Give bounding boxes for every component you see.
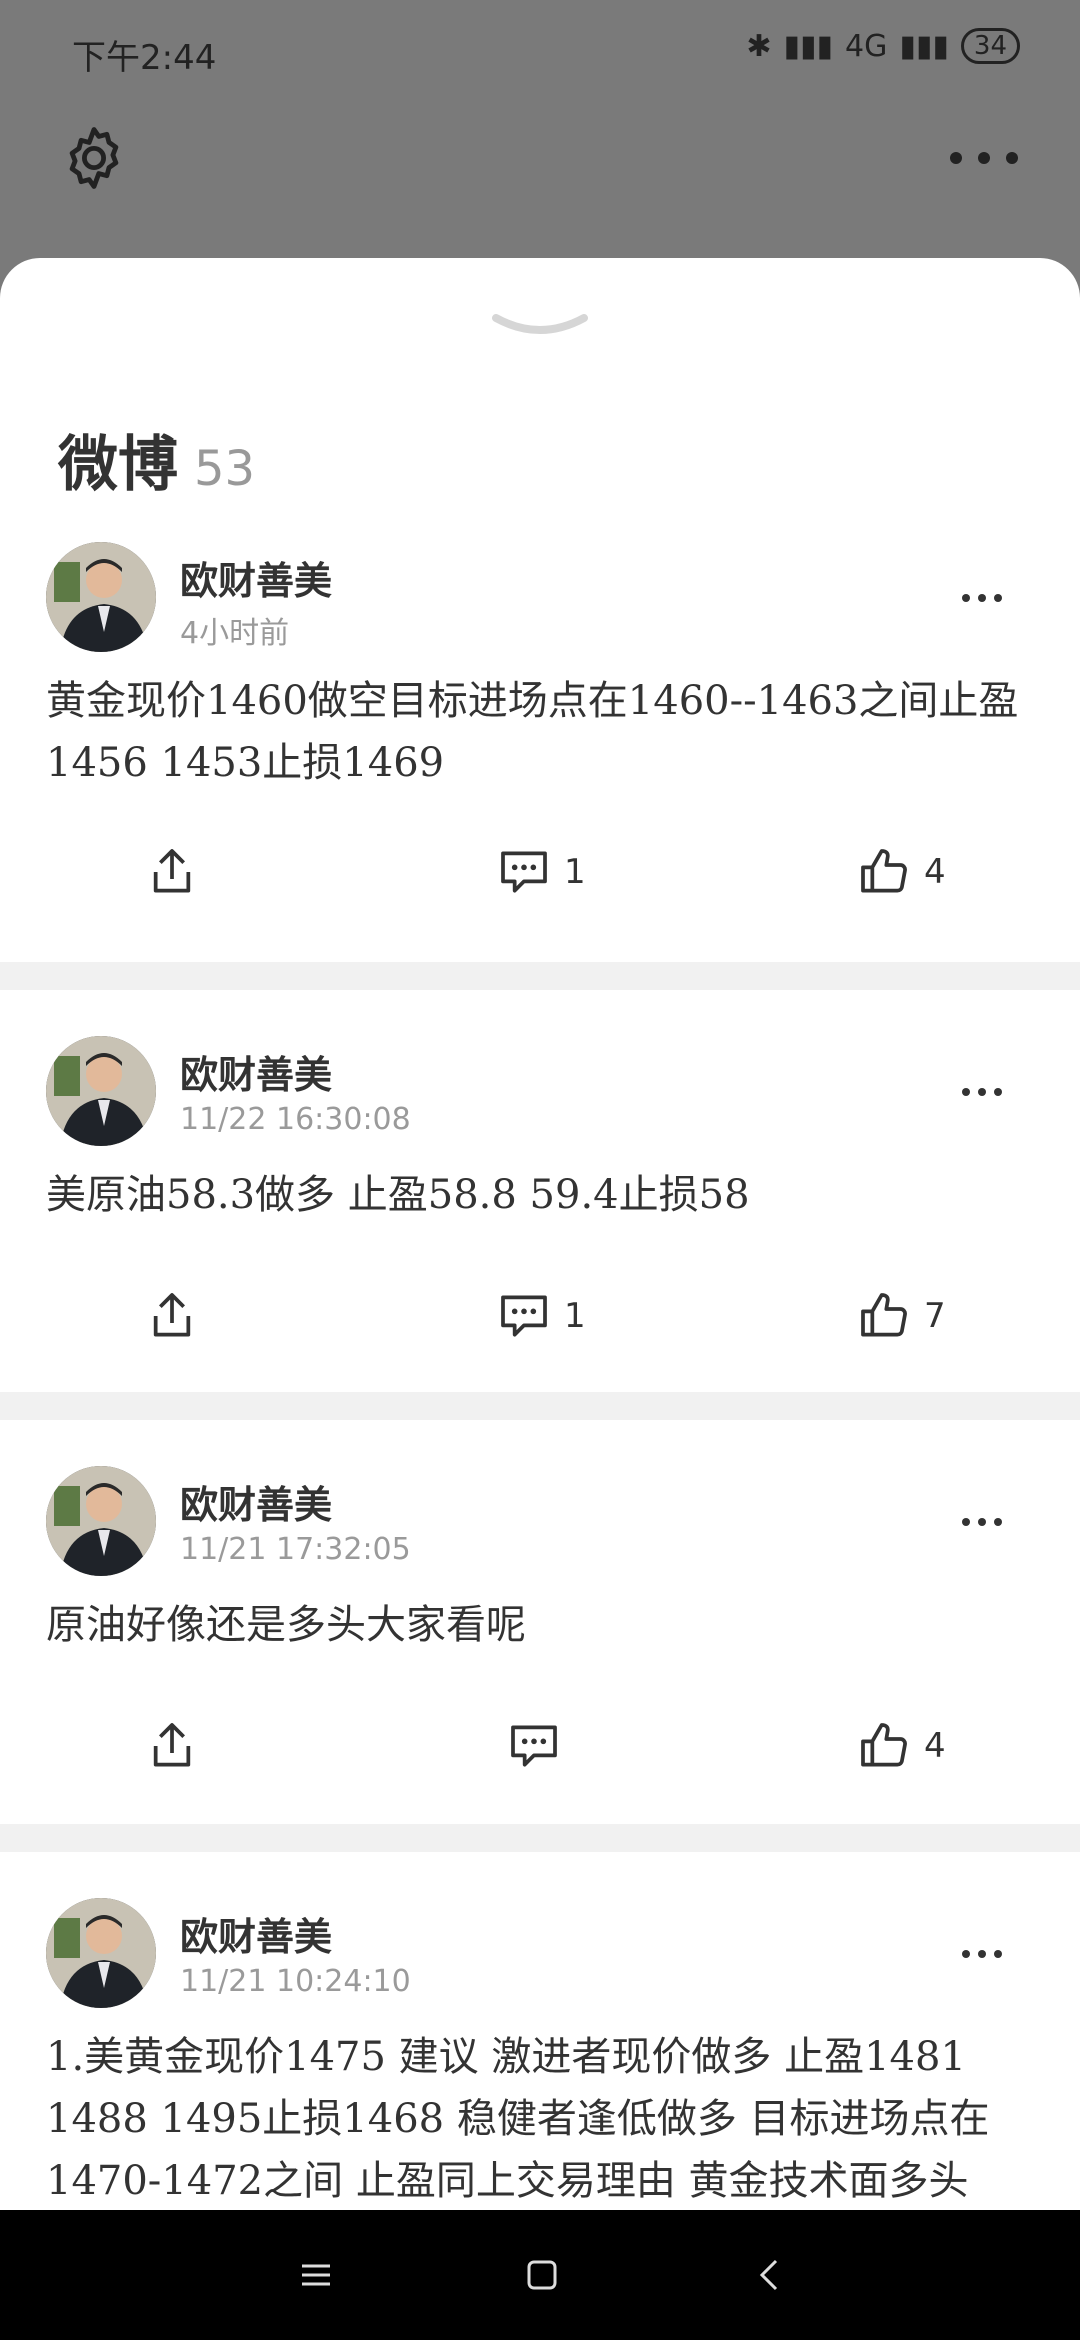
share-button[interactable] (144, 1706, 200, 1786)
share-icon (153, 849, 191, 893)
sheet-header: 微博 53 (58, 416, 255, 503)
post-time: 11/21 17:32:05 (180, 1532, 411, 1567)
comment-icon (501, 1295, 547, 1337)
more-icon[interactable] (960, 1946, 1004, 1962)
post-count: 53 (194, 441, 256, 497)
post-card: 欧财善美 11/21 17:32:05 原油好像还是多头大家看呢 4 (0, 1420, 1080, 1824)
bluetooth-icon: ✱ (746, 28, 772, 64)
thumbs-up-icon (861, 849, 907, 893)
post-time: 4小时前 (180, 616, 290, 651)
sheet-title: 微博 (58, 430, 178, 500)
post-content[interactable]: 美原油58.3做多 止盈58.8 59.4止损58 (46, 1164, 1034, 1226)
collapse-handle-icon[interactable] (490, 308, 590, 348)
author-name[interactable]: 欧财善美 (180, 1906, 332, 1961)
post-card: 欧财善美 4小时前 黄金现价1460做空目标进场点在1460--1463之间止盈… (0, 528, 1080, 962)
like-count: 4 (924, 852, 946, 892)
more-icon[interactable] (960, 1084, 1004, 1100)
comment-button[interactable]: 1 (496, 1276, 586, 1356)
post-actions: 4 (0, 1706, 1080, 1786)
share-icon (153, 1723, 191, 1767)
post-divider (0, 962, 1080, 990)
avatar[interactable] (46, 1036, 156, 1146)
comment-button[interactable] (506, 1706, 574, 1786)
more-icon[interactable] (960, 590, 1004, 606)
post-actions: 1 7 (0, 1276, 1080, 1356)
network-label: 4G (845, 28, 888, 64)
comment-icon (511, 1725, 557, 1767)
post-content[interactable]: 原油好像还是多头大家看呢 (46, 1594, 1034, 1656)
post-time: 11/21 10:24:10 (180, 1964, 411, 1999)
bottom-sheet: 微博 53 欧财善美 4小时前 黄金现价1460做空目标进场点在1460--14… (0, 258, 1080, 2210)
gear-icon[interactable] (58, 122, 130, 194)
menu-icon[interactable] (296, 2255, 336, 2295)
post-actions: 1 4 (0, 832, 1080, 912)
author-name[interactable]: 欧财善美 (180, 1044, 332, 1099)
signal-icon: ▮▮▮ (783, 28, 834, 64)
post-card: 欧财善美 11/21 10:24:10 1.美黄金现价1475 建议 激进者现价… (0, 1852, 1080, 2210)
more-icon[interactable] (960, 1514, 1004, 1530)
comment-icon (501, 851, 547, 893)
share-icon (153, 1293, 191, 1337)
back-icon[interactable] (750, 2255, 790, 2295)
share-button[interactable] (144, 832, 200, 912)
home-icon[interactable] (522, 2255, 562, 2295)
post-divider (0, 1392, 1080, 1420)
like-count: 4 (924, 1726, 946, 1766)
author-name[interactable]: 欧财善美 (180, 550, 332, 605)
avatar[interactable] (46, 1466, 156, 1576)
share-button[interactable] (144, 1276, 200, 1356)
comment-count: 1 (564, 852, 586, 892)
like-button[interactable]: 4 (856, 1706, 946, 1786)
battery-icon: 34 (960, 28, 1020, 64)
post-divider (0, 1824, 1080, 1852)
post-card: 欧财善美 11/22 16:30:08 美原油58.3做多 止盈58.8 59.… (0, 990, 1080, 1392)
status-time: 下午2:44 (72, 38, 217, 78)
avatar[interactable] (46, 542, 156, 652)
like-button[interactable]: 7 (856, 1276, 946, 1356)
post-content[interactable]: 1.美黄金现价1475 建议 激进者现价做多 止盈1481 1488 1495止… (46, 2026, 1034, 2210)
like-count: 7 (924, 1296, 946, 1336)
avatar[interactable] (46, 1898, 156, 2008)
author-name[interactable]: 欧财善美 (180, 1474, 332, 1529)
comment-count: 1 (564, 1296, 586, 1336)
post-content[interactable]: 黄金现价1460做空目标进场点在1460--1463之间止盈1456 1453止… (46, 670, 1034, 794)
more-icon[interactable] (944, 138, 1024, 178)
thumbs-up-icon (861, 1293, 907, 1337)
comment-button[interactable]: 1 (496, 832, 586, 912)
system-nav-bar (0, 2210, 1080, 2340)
status-icons: ✱ ▮▮▮ 4G ▮▮▮ 34 (746, 28, 1020, 64)
signal-icon: ▮▮▮ (899, 28, 949, 64)
status-bar: 下午2:44 ✱ ▮▮▮ 4G ▮▮▮ 34 (0, 0, 1080, 104)
thumbs-up-icon (861, 1723, 907, 1767)
like-button[interactable]: 4 (856, 832, 946, 912)
post-time: 11/22 16:30:08 (180, 1102, 411, 1137)
